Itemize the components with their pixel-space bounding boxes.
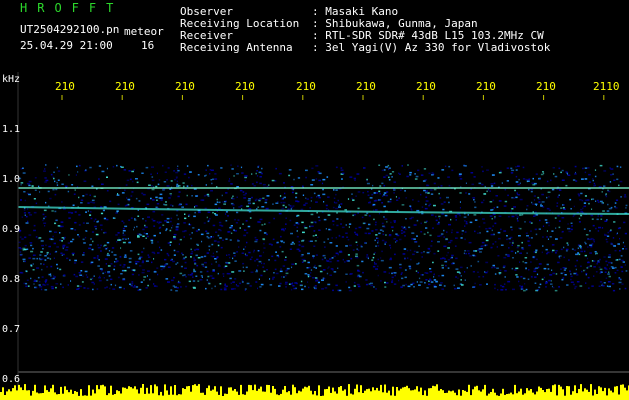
y-tick-label: 1.1 xyxy=(2,124,21,135)
y-tick-label: 0.8 xyxy=(2,274,21,285)
x-tick-label: 210 xyxy=(536,80,556,93)
file-name: UT2504292100.pn xyxy=(20,23,120,36)
x-tick-marks xyxy=(17,72,605,400)
x-tick-label: 210 xyxy=(416,80,436,93)
y-tick-label: 0.7 xyxy=(2,324,21,335)
x-tick-label: 210 xyxy=(115,80,135,93)
app-title: HROFFT xyxy=(20,1,124,15)
echo-count-bars xyxy=(0,384,629,400)
echo-count: 16 xyxy=(141,39,155,52)
y-axis-unit: kHz xyxy=(2,74,21,85)
x-tick-label: 210 xyxy=(296,80,316,93)
x-tick-label: 210 xyxy=(55,80,75,93)
y-tick-label: 0.6 xyxy=(2,374,21,385)
y-tick-label: 1.0 xyxy=(2,174,21,185)
antenna-value: : 3el Yagi(V) Az 330 for Vladivostok xyxy=(312,41,551,54)
x-tick-label: 2110 xyxy=(593,80,620,93)
y-tick-label: 0.9 xyxy=(2,224,21,235)
meteor-label: meteor xyxy=(124,25,164,38)
x-tick-label: 210 xyxy=(476,80,496,93)
timestamp: 25.04.29 21:00 xyxy=(20,39,113,52)
spectrogram-plot xyxy=(0,72,629,400)
x-tick-label: 210 xyxy=(356,80,376,93)
x-tick-label: 210 xyxy=(235,80,255,93)
noise-field xyxy=(18,164,628,292)
antenna-label: Receiving Antenna xyxy=(180,41,293,54)
x-tick-label: 210 xyxy=(175,80,195,93)
